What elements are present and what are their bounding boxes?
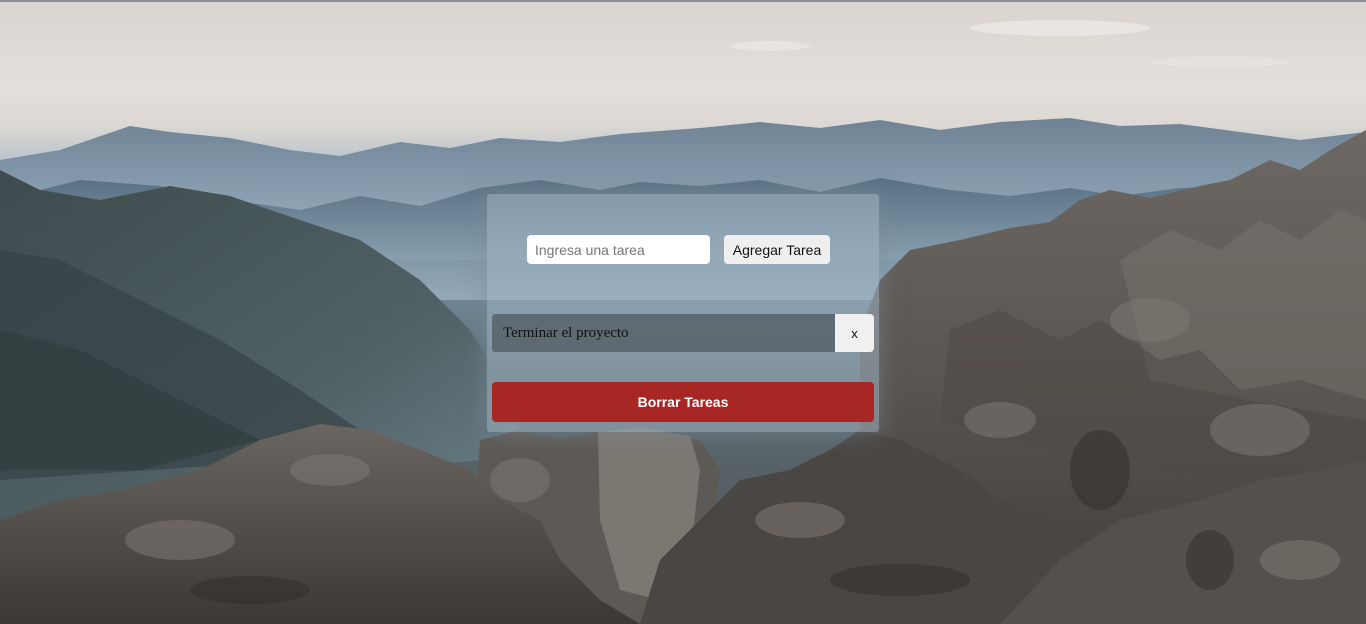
task-input[interactable] [527,235,710,264]
add-task-button[interactable]: Agregar Tarea [724,235,830,264]
todo-panel: Agregar Tarea Terminar el proyecto x Bor… [487,194,879,432]
background-mountain-image: Agregar Tarea Terminar el proyecto x Bor… [0,0,1366,624]
task-text: Terminar el proyecto [492,314,835,352]
delete-task-button[interactable]: x [835,314,874,352]
clear-tasks-button[interactable]: Borrar Tareas [492,382,874,422]
task-list-item: Terminar el proyecto x [492,314,874,352]
